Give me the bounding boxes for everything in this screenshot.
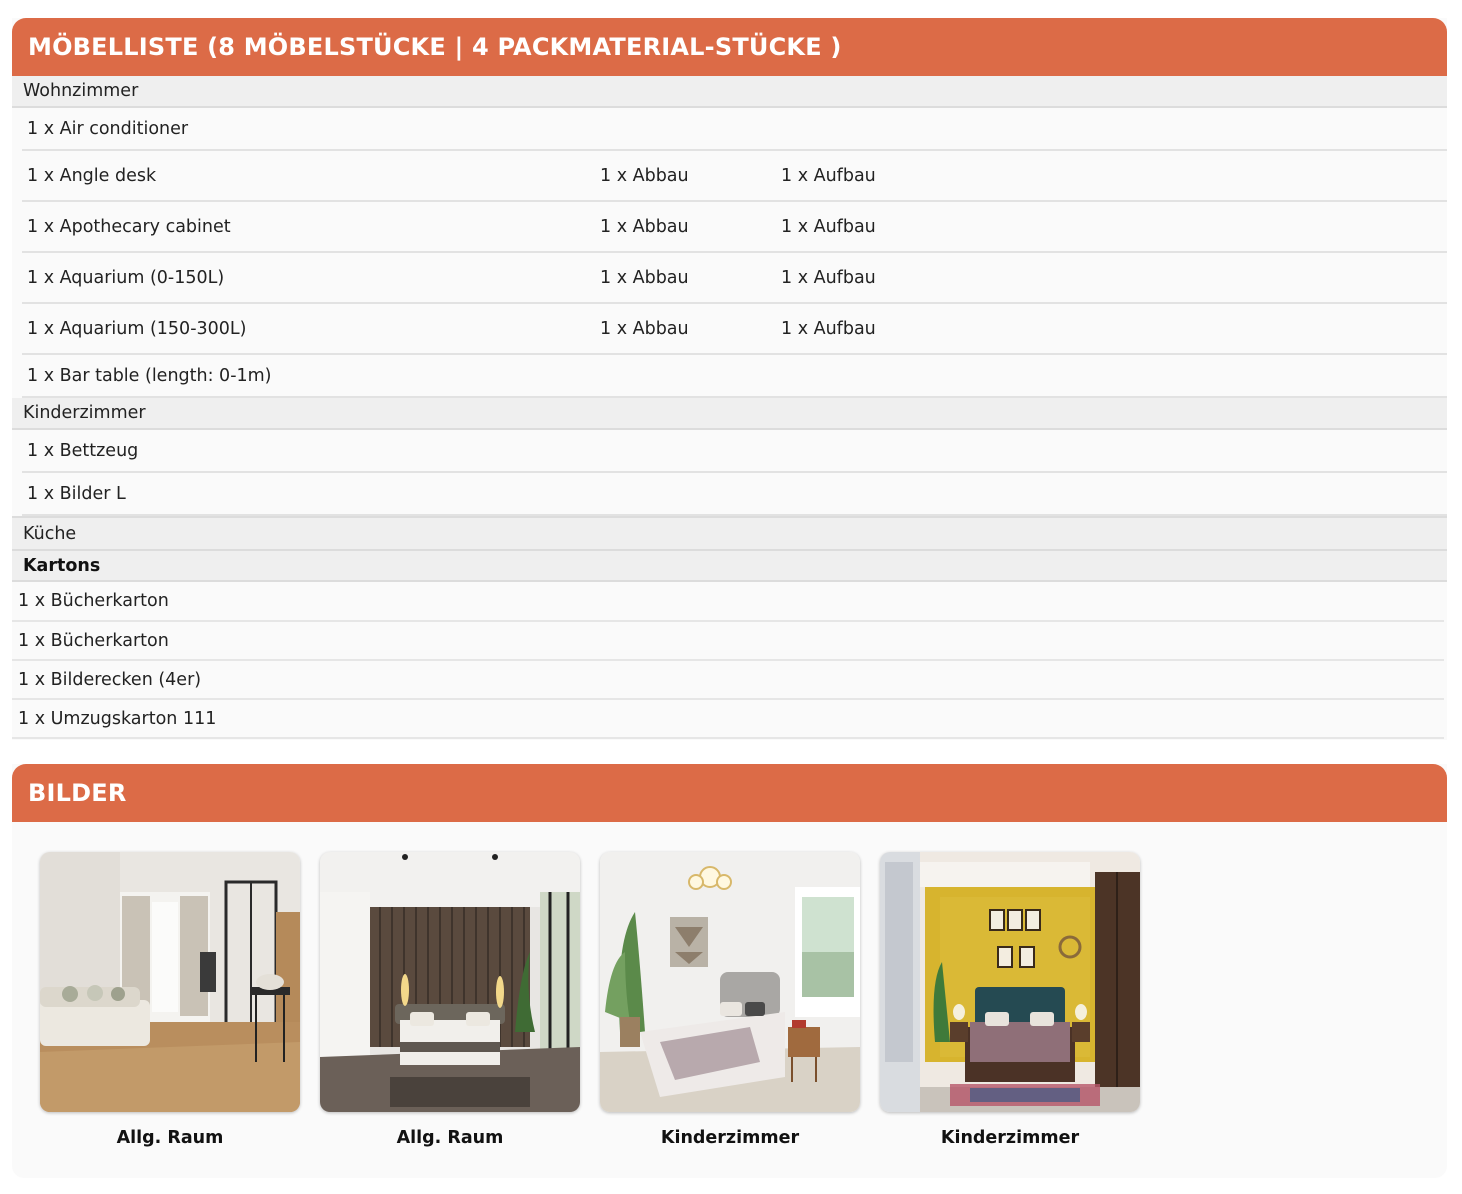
aufbau-label: 1 x Aufbau [781, 216, 876, 237]
room-photo-bedroom-bright[interactable] [600, 852, 860, 1112]
furniture-label: 1 x Angle desk [27, 165, 157, 186]
aufbau-label: 1 x Aufbau [781, 267, 876, 288]
aufbau-label: 1 x Aufbau [781, 318, 876, 339]
packing-row: 1 x Bücherkarton [12, 622, 1444, 661]
furniture-label: 1 x Bilder L [27, 483, 126, 504]
furniture-label: 1 x Apothecary cabinet [27, 216, 231, 237]
furniture-label: 1 x Bar table (length: 0-1m) [27, 365, 272, 386]
furniture-label: 1 x Air conditioner [27, 118, 189, 139]
room-name: Kinderzimmer [23, 403, 146, 423]
photo-card[interactable]: Allg. Raum [40, 852, 300, 1148]
abbau-label: 1 x Abbau [600, 267, 689, 288]
moebelliste-title: MÖBELLISTE (8 MÖBELSTÜCKE | 4 PACKMATERI… [28, 33, 842, 61]
room-header-kueche: Küche [12, 516, 1447, 551]
photo-caption: Allg. Raum [116, 1128, 224, 1148]
photo-card[interactable]: Kinderzimmer [880, 852, 1140, 1148]
photo-caption: Kinderzimmer [940, 1128, 1080, 1148]
room-photo-bedroom-yellow[interactable] [880, 852, 1140, 1112]
furniture-label: 1 x Aquarium (0-150L) [27, 267, 225, 288]
furniture-label: 1 x Aquarium (150-300L) [27, 318, 247, 339]
bilder-header: BILDER [12, 764, 1447, 822]
packing-row: 1 x Bücherkarton [12, 582, 1444, 622]
abbau-label: 1 x Abbau [600, 318, 689, 339]
photo-caption: Kinderzimmer [660, 1128, 800, 1148]
furniture-row: 1 x Apothecary cabinet 1 x Abbau 1 x Auf… [22, 202, 1447, 253]
packing-label: 1 x Bilderecken (4er) [18, 669, 202, 690]
packing-label: 1 x Bücherkarton [18, 630, 169, 651]
bilder-title: BILDER [28, 779, 127, 807]
packing-row: 1 x Bilderecken (4er) [12, 661, 1444, 700]
bilder-panel: BILDER Allg. Raum Allg. Raum Kinderzimme… [12, 764, 1447, 1178]
packing-label: 1 x Bücherkarton [18, 591, 169, 611]
room-photo-bedroom-dark[interactable] [320, 852, 580, 1112]
furniture-row: 1 x Angle desk 1 x Abbau 1 x Aufbau [22, 151, 1447, 202]
furniture-row: 1 x Bilder L [22, 473, 1447, 516]
furniture-row: 1 x Bettzeug [22, 430, 1447, 473]
kartons-header: Kartons [12, 551, 1447, 582]
room-name: Wohnzimmer [23, 81, 139, 101]
abbau-label: 1 x Abbau [600, 165, 689, 186]
room-name: Küche [23, 523, 77, 544]
moebelliste-panel: MÖBELLISTE (8 MÖBELSTÜCKE | 4 PACKMATERI… [12, 18, 1447, 740]
packing-row: 1 x Umzugskarton 111 [12, 700, 1444, 739]
photo-card[interactable]: Allg. Raum [320, 852, 580, 1148]
furniture-row: 1 x Aquarium (0-150L) 1 x Abbau 1 x Aufb… [22, 253, 1447, 304]
kartons-label: Kartons [23, 555, 101, 576]
abbau-label: 1 x Abbau [600, 216, 689, 237]
furniture-row: 1 x Air conditioner [22, 108, 1447, 151]
packing-label: 1 x Umzugskarton 111 [18, 708, 217, 729]
room-header-kinderzimmer: Kinderzimmer [12, 398, 1447, 430]
furniture-row: 1 x Bar table (length: 0-1m) [22, 355, 1447, 398]
furniture-label: 1 x Bettzeug [27, 440, 139, 461]
photo-card[interactable]: Kinderzimmer [600, 852, 860, 1148]
aufbau-label: 1 x Aufbau [781, 165, 876, 186]
moebelliste-header: MÖBELLISTE (8 MÖBELSTÜCKE | 4 PACKMATERI… [12, 18, 1447, 76]
room-header-wohnzimmer: Wohnzimmer [12, 76, 1447, 108]
furniture-row: 1 x Aquarium (150-300L) 1 x Abbau 1 x Au… [22, 304, 1447, 355]
room-photo-living-room[interactable] [40, 852, 300, 1112]
photo-caption: Allg. Raum [396, 1128, 504, 1148]
